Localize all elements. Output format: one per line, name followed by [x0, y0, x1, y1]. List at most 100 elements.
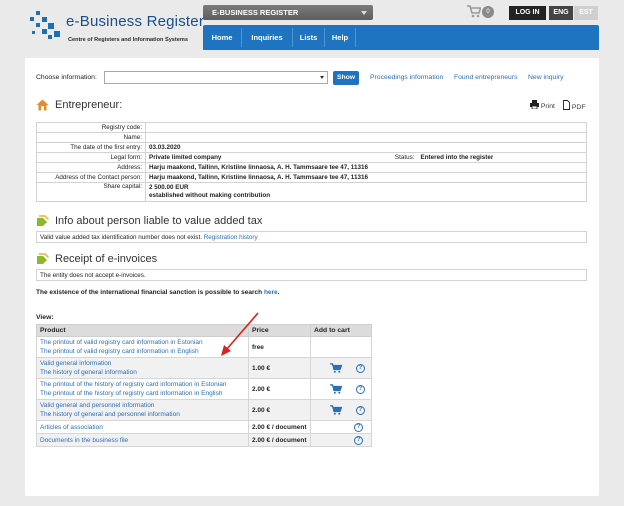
price-cell: 2.00 € [248, 399, 311, 421]
product-cell: The printout of valid registry card info… [36, 336, 249, 358]
first-entry-label: The date of the first entry: [36, 142, 146, 153]
cart-count-badge: 0 [482, 6, 494, 18]
printer-icon [530, 100, 539, 110]
add-to-cart-icon[interactable] [330, 362, 342, 373]
address-label: Address: [36, 162, 146, 173]
share-capital-amount: 2 500.00 EUR [149, 184, 189, 191]
main-nav: Home Inquiries Lists Help [203, 25, 599, 50]
einvoice-text: The entity does not accept e-invoices. [40, 272, 146, 279]
tag-icon [37, 215, 49, 226]
product-link[interactable]: The printout of valid registry card info… [40, 338, 245, 347]
choose-information-select[interactable] [104, 71, 328, 84]
product-link[interactable]: The history of general and personnel inf… [40, 410, 245, 419]
share-capital-value: 2 500.00 EUR established without making … [145, 182, 587, 202]
add-to-cart-icon[interactable] [330, 404, 342, 415]
product-link[interactable]: The history of general information [40, 368, 245, 377]
vat-title: Info about person liable to value added … [55, 215, 263, 227]
registration-history-link[interactable]: Registration history [204, 234, 258, 241]
logo-dots-icon [30, 11, 62, 41]
nav-divider [355, 28, 356, 47]
product-cell: Valid general information The history of… [36, 357, 249, 379]
table-header-row: Product Price Add to cart [36, 324, 372, 337]
product-link[interactable]: Documents in the business file [40, 436, 245, 445]
nav-inquiries[interactable]: Inquiries [242, 25, 292, 50]
vat-text: Valid value added tax identification num… [40, 234, 202, 241]
registry-code-value [145, 122, 587, 133]
product-link[interactable]: Valid general information [40, 359, 245, 368]
cart-cell: ? [310, 399, 372, 421]
language-eng-button[interactable]: ENG [549, 6, 573, 20]
price-cell: free [248, 336, 311, 358]
new-inquiry-link[interactable]: New inquiry [528, 74, 564, 81]
vat-info-box: Valid value added tax identification num… [36, 231, 587, 243]
price-header: Price [248, 324, 311, 337]
entrepreneur-table: Registry code: Name: The date of the fir… [36, 122, 587, 202]
add-to-cart-header: Add to cart [310, 324, 372, 337]
table-row: The date of the first entry: 03.03.2020 [36, 142, 587, 153]
help-icon[interactable]: ? [355, 406, 365, 416]
logo-title: e-Business Register [66, 13, 205, 30]
login-button[interactable]: LOG IN [509, 6, 546, 20]
product-link[interactable]: Valid general and personnel information [40, 401, 245, 410]
price-cell: 2.00 € / document [248, 420, 311, 434]
price-cell: 2.00 € [248, 378, 311, 400]
product-link[interactable]: Articles of association [40, 423, 245, 432]
pdf-button[interactable]: PDF [563, 100, 586, 111]
view-label: View: [36, 314, 54, 321]
help-icon[interactable]: ? [355, 364, 365, 374]
share-capital-label: Share capital: [36, 182, 146, 202]
choose-information-label: Choose information: [36, 74, 97, 81]
address-value: Harju maakond, Tallinn, Kristiine linnao… [145, 162, 587, 173]
registry-code-label: Registry code: [36, 122, 146, 133]
nav-lists[interactable]: Lists [293, 25, 324, 50]
contact-address-value: Harju maakond, Tallinn, Kristiine linnao… [145, 172, 587, 183]
einvoice-info-box: The entity does not accept e-invoices. [36, 269, 587, 281]
proceedings-information-link[interactable]: Proceedings information [370, 74, 443, 81]
language-est-button[interactable]: EST [574, 6, 598, 20]
print-label: Print [540, 103, 555, 110]
table-row: Valid general information The history of… [36, 357, 372, 379]
found-entrepreneurs-link[interactable]: Found entrepreneurs [454, 74, 517, 81]
print-button[interactable]: Print [530, 100, 555, 110]
name-label: Name: [36, 132, 146, 143]
product-cell: The printout of the history of registry … [36, 378, 249, 400]
cart-cell [310, 336, 372, 358]
sanction-text: The existence of the international finan… [36, 289, 263, 296]
help-icon[interactable]: ? [354, 422, 363, 432]
table-row: Name: [36, 132, 587, 143]
show-button[interactable]: Show [333, 71, 359, 85]
tag-icon [37, 253, 49, 264]
help-icon[interactable]: ? [355, 385, 365, 395]
sanction-notice: The existence of the international finan… [36, 289, 279, 296]
product-header: Product [36, 324, 249, 337]
price-cell: 1.00 € [248, 357, 311, 379]
nav-help[interactable]: Help [325, 25, 355, 50]
table-row: The printout of valid registry card info… [36, 336, 372, 358]
table-row: Valid general and personnel information … [36, 399, 372, 421]
table-row: Documents in the business file 2.00 € / … [36, 433, 372, 447]
product-link[interactable]: The printout of valid registry card info… [40, 347, 245, 356]
table-row: Address: Harju maakond, Tallinn, Kristii… [36, 162, 587, 173]
cart-button[interactable]: 0 [467, 5, 495, 19]
document-icon [563, 100, 570, 110]
product-cell: Articles of association [36, 420, 249, 434]
product-cell: Valid general and personnel information … [36, 399, 249, 421]
product-cell: Documents in the business file [36, 433, 249, 447]
product-link[interactable]: The printout of the history of registry … [40, 380, 245, 389]
nav-home[interactable]: Home [203, 25, 241, 50]
register-select-value: E-BUSINESS REGISTER [212, 8, 299, 17]
entrepreneur-title: Entrepreneur: [55, 99, 123, 111]
main-panel: Choose information: Show Proceedings inf… [25, 58, 599, 496]
sanction-here-link[interactable]: here [264, 289, 278, 296]
product-link[interactable]: The printout of the history of registry … [40, 389, 245, 398]
view-products-table: Product Price Add to cart The printout o… [36, 324, 372, 447]
home-icon [36, 99, 49, 111]
table-row: Share capital: 2 500.00 EUR established … [36, 182, 587, 202]
site-logo[interactable]: e-Business Register Centre of Registers … [30, 11, 205, 45]
table-row: Articles of association 2.00 € / documen… [36, 420, 372, 434]
help-icon[interactable]: ? [354, 435, 363, 445]
legal-form-value: Private limited company [145, 152, 350, 163]
add-to-cart-icon[interactable] [330, 383, 342, 394]
sanction-period: . [277, 289, 280, 296]
register-select[interactable]: E-BUSINESS REGISTER [203, 5, 373, 20]
